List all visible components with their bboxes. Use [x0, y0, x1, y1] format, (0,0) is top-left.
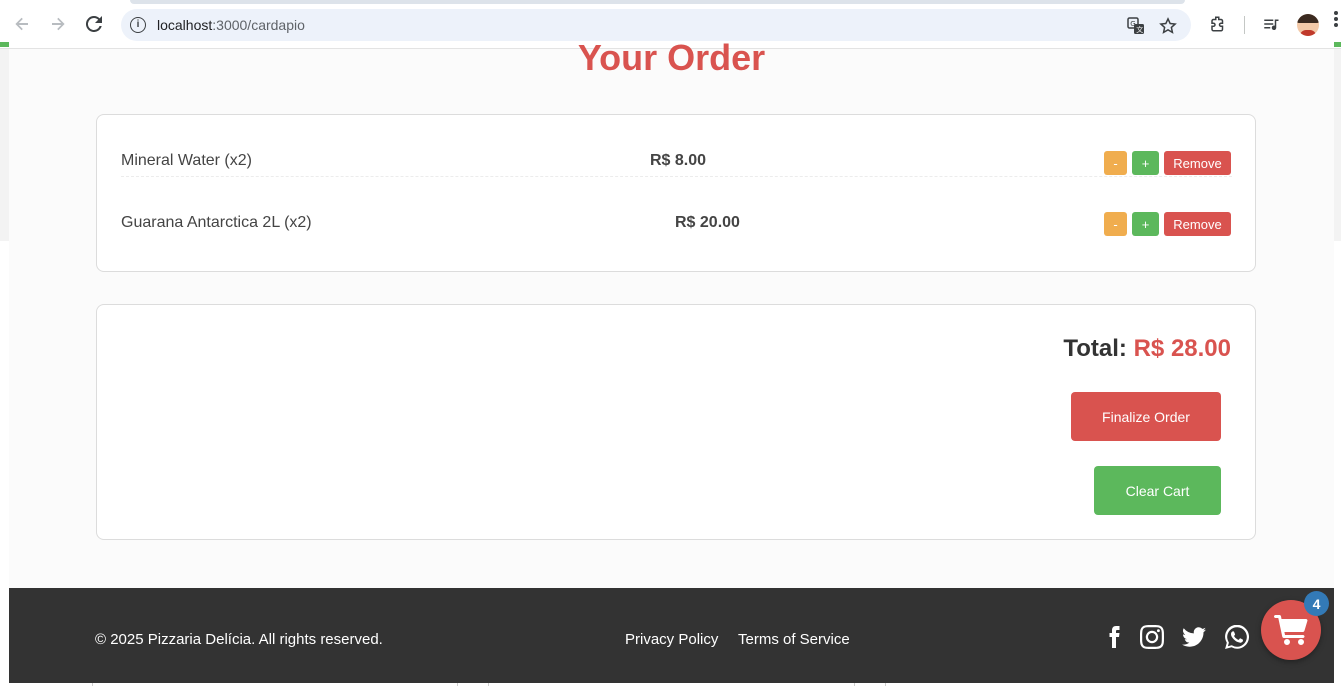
facebook-icon[interactable]: [1101, 624, 1127, 650]
reload-button[interactable]: [82, 12, 106, 36]
cart-item-row: Mineral Water (x2) R$ 8.00 - + Remove: [121, 115, 1232, 177]
back-button[interactable]: [10, 12, 34, 36]
increase-quantity-button[interactable]: +: [1132, 151, 1159, 175]
url-host: localhost: [157, 17, 213, 33]
page-title: Your Order: [577, 37, 766, 78]
media-control-icon[interactable]: [1260, 13, 1282, 35]
arrow-right-icon: [52, 17, 65, 31]
site-footer: © 2025 Pizzaria Delícia. All rights rese…: [9, 588, 1334, 683]
privacy-policy-link[interactable]: Privacy Policy: [625, 631, 718, 648]
forward-button[interactable]: [46, 12, 70, 36]
url-path: :3000/cardapio: [212, 17, 305, 33]
svg-text:文: 文: [1136, 25, 1143, 34]
svg-text:G: G: [1130, 20, 1135, 28]
order-page: Your Order Mineral Water (x2) R$ 8.00 - …: [9, 37, 1334, 588]
page-accent-right: [1334, 42, 1341, 47]
terms-of-service-link[interactable]: Terms of Service: [738, 631, 850, 648]
extensions-icon[interactable]: [1207, 13, 1229, 35]
arrow-left-icon: [15, 17, 28, 31]
reload-icon: [86, 16, 102, 32]
profile-avatar[interactable]: [1297, 14, 1319, 36]
increase-quantity-button[interactable]: +: [1132, 212, 1159, 236]
cart-item-name: Mineral Water (x2): [121, 152, 252, 169]
cart-item-row: Guarana Antarctica 2L (x2) R$ 20.00 - + …: [121, 177, 1232, 239]
remove-item-button[interactable]: Remove: [1164, 151, 1231, 175]
tab-strip-edge: [130, 0, 1185, 4]
page-accent-left: [0, 42, 9, 47]
finalize-order-button[interactable]: Finalize Order: [1071, 392, 1221, 441]
total-label: Total:: [1063, 335, 1127, 362]
instagram-icon[interactable]: [1139, 624, 1165, 650]
clear-cart-button[interactable]: Clear Cart: [1094, 466, 1221, 515]
remove-item-button[interactable]: Remove: [1164, 212, 1231, 236]
cart-item-price: R$ 8.00: [650, 152, 707, 169]
cart-item-price: R$ 20.00: [675, 214, 740, 231]
total-amount: R$ 28.00: [1133, 335, 1231, 362]
twitter-icon[interactable]: [1181, 624, 1207, 650]
cart-count-badge: 4: [1304, 591, 1329, 616]
page-gutter-right: [1334, 49, 1341, 241]
translate-icon[interactable]: G文: [1126, 16, 1146, 36]
whatsapp-icon[interactable]: [1224, 624, 1250, 650]
decrease-quantity-button[interactable]: -: [1104, 212, 1127, 236]
cart-items-card: Mineral Water (x2) R$ 8.00 - + Remove Gu…: [96, 114, 1256, 272]
shopping-cart-icon: [1274, 615, 1308, 645]
bookmark-star-icon[interactable]: [1158, 16, 1178, 36]
url-text[interactable]: localhost:3000/cardapio: [157, 17, 305, 33]
cart-item-name: Guarana Antarctica 2L (x2): [121, 214, 312, 231]
order-total: Total: R$ 28.00: [1063, 335, 1231, 363]
site-info-icon[interactable]: i: [130, 17, 146, 33]
browser-menu-icon[interactable]: [1333, 10, 1341, 33]
order-summary-card: Total: R$ 28.00 Finalize Order Clear Car…: [96, 304, 1256, 540]
decrease-quantity-button[interactable]: -: [1104, 151, 1127, 175]
toolbar-divider: [1244, 16, 1245, 34]
page-gutter-left: [0, 49, 9, 241]
copyright-text: © 2025 Pizzaria Delícia. All rights rese…: [95, 631, 383, 648]
